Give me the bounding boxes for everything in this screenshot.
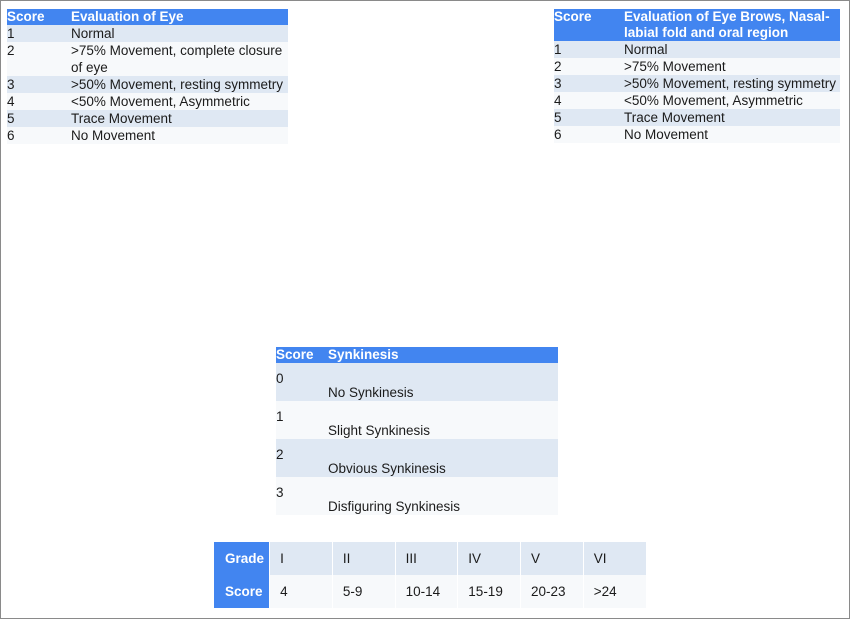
column-header-score: Score [554,9,624,41]
table-synkinesis: Score Synkinesis 0 No Synkinesis 1 Sligh… [276,347,558,515]
cell-grade: II [332,542,396,575]
figure-canvas: Score Evaluation of Eye 1 Normal 2 >75% … [0,0,850,619]
cell-score: 6 [7,127,71,144]
column-header-score: Score [7,9,71,25]
cell-description: Slight Synkinesis [328,401,558,439]
table-row: 2 Obvious Synkinesis [276,439,558,477]
cell-description: No Movement [71,127,288,144]
table-row-score: Score 4 5-9 10-14 15-19 20-23 >24 [214,575,646,608]
cell-grade: III [395,542,459,575]
column-header-score: Score [276,347,328,363]
table-row: 1 Normal [7,25,288,42]
cell-grade: IV [457,542,522,575]
table-header-row: Score Synkinesis [276,347,558,363]
table-row: 6 No Movement [7,127,288,144]
cell-grade: VI [583,542,646,575]
column-header-evaluation: Evaluation of Eye [71,9,288,25]
table-header-row: Score Evaluation of Eye Brows, Nasal-lab… [554,9,840,41]
cell-grade: V [520,542,584,575]
cell-score: 1 [554,41,624,58]
table-row: 3 >50% Movement, resting symmetry [554,75,840,92]
cell-score: 2 [276,439,328,477]
cell-score: 1 [276,401,328,439]
cell-description: Disfiguring Synkinesis [328,477,558,515]
table-row: 0 No Synkinesis [276,363,558,401]
table-row-grade: Grade I II III IV V VI [214,542,646,575]
cell-score: 4 [7,93,71,110]
cell-description: >75% Movement, complete closure of eye [71,42,288,76]
cell-score: 20-23 [520,575,584,608]
cell-grade: I [269,542,333,575]
cell-description: Normal [71,25,288,42]
cell-score: 5-9 [332,575,396,608]
table-header-row: Score Evaluation of Eye [7,9,288,25]
cell-score: 5 [7,110,71,127]
cell-description: >50% Movement, resting symmetry [624,75,840,92]
cell-score: 2 [554,58,624,75]
row-header-grade: Grade [214,542,271,575]
cell-description: <50% Movement, Asymmetric [624,92,840,109]
table-row: 2 >75% Movement, complete closure of eye [7,42,288,76]
table-row: 4 <50% Movement, Asymmetric [554,92,840,109]
table-row: 6 No Movement [554,126,840,143]
table-evaluation-of-eyebrows: Score Evaluation of Eye Brows, Nasal-lab… [554,9,840,143]
table-row: 2 >75% Movement [554,58,840,75]
cell-score: 10-14 [395,575,459,608]
cell-score: 3 [276,477,328,515]
cell-description: Trace Movement [71,110,288,127]
cell-score: 1 [7,25,71,42]
cell-score: 0 [276,363,328,401]
cell-description: No Movement [624,126,840,143]
cell-score: 3 [554,75,624,92]
cell-score: 4 [269,575,333,608]
cell-description: Trace Movement [624,109,840,126]
cell-score: 2 [7,42,71,76]
table-grade-score: Grade I II III IV V VI Score 4 5-9 10-14… [214,542,646,608]
table-row: 5 Trace Movement [554,109,840,126]
cell-description: <50% Movement, Asymmetric [71,93,288,110]
table-row: 1 Slight Synkinesis [276,401,558,439]
table-row: 5 Trace Movement [7,110,288,127]
cell-score: 3 [7,76,71,93]
column-header-evaluation: Evaluation of Eye Brows, Nasal-labial fo… [624,9,840,41]
column-header-synkinesis: Synkinesis [328,347,558,363]
cell-score: 15-19 [457,575,522,608]
cell-score: 5 [554,109,624,126]
table-evaluation-of-eye: Score Evaluation of Eye 1 Normal 2 >75% … [7,9,288,144]
table-row: 4 <50% Movement, Asymmetric [7,93,288,110]
table-row: 1 Normal [554,41,840,58]
table-row: 3 Disfiguring Synkinesis [276,477,558,515]
cell-score: >24 [583,575,646,608]
cell-description: >75% Movement [624,58,840,75]
cell-description: Obvious Synkinesis [328,439,558,477]
cell-description: No Synkinesis [328,363,558,401]
row-header-score: Score [214,575,271,608]
cell-description: >50% Movement, resting symmetry [71,76,288,93]
cell-score: 4 [554,92,624,109]
cell-description: Normal [624,41,840,58]
table-row: 3 >50% Movement, resting symmetry [7,76,288,93]
cell-score: 6 [554,126,624,143]
